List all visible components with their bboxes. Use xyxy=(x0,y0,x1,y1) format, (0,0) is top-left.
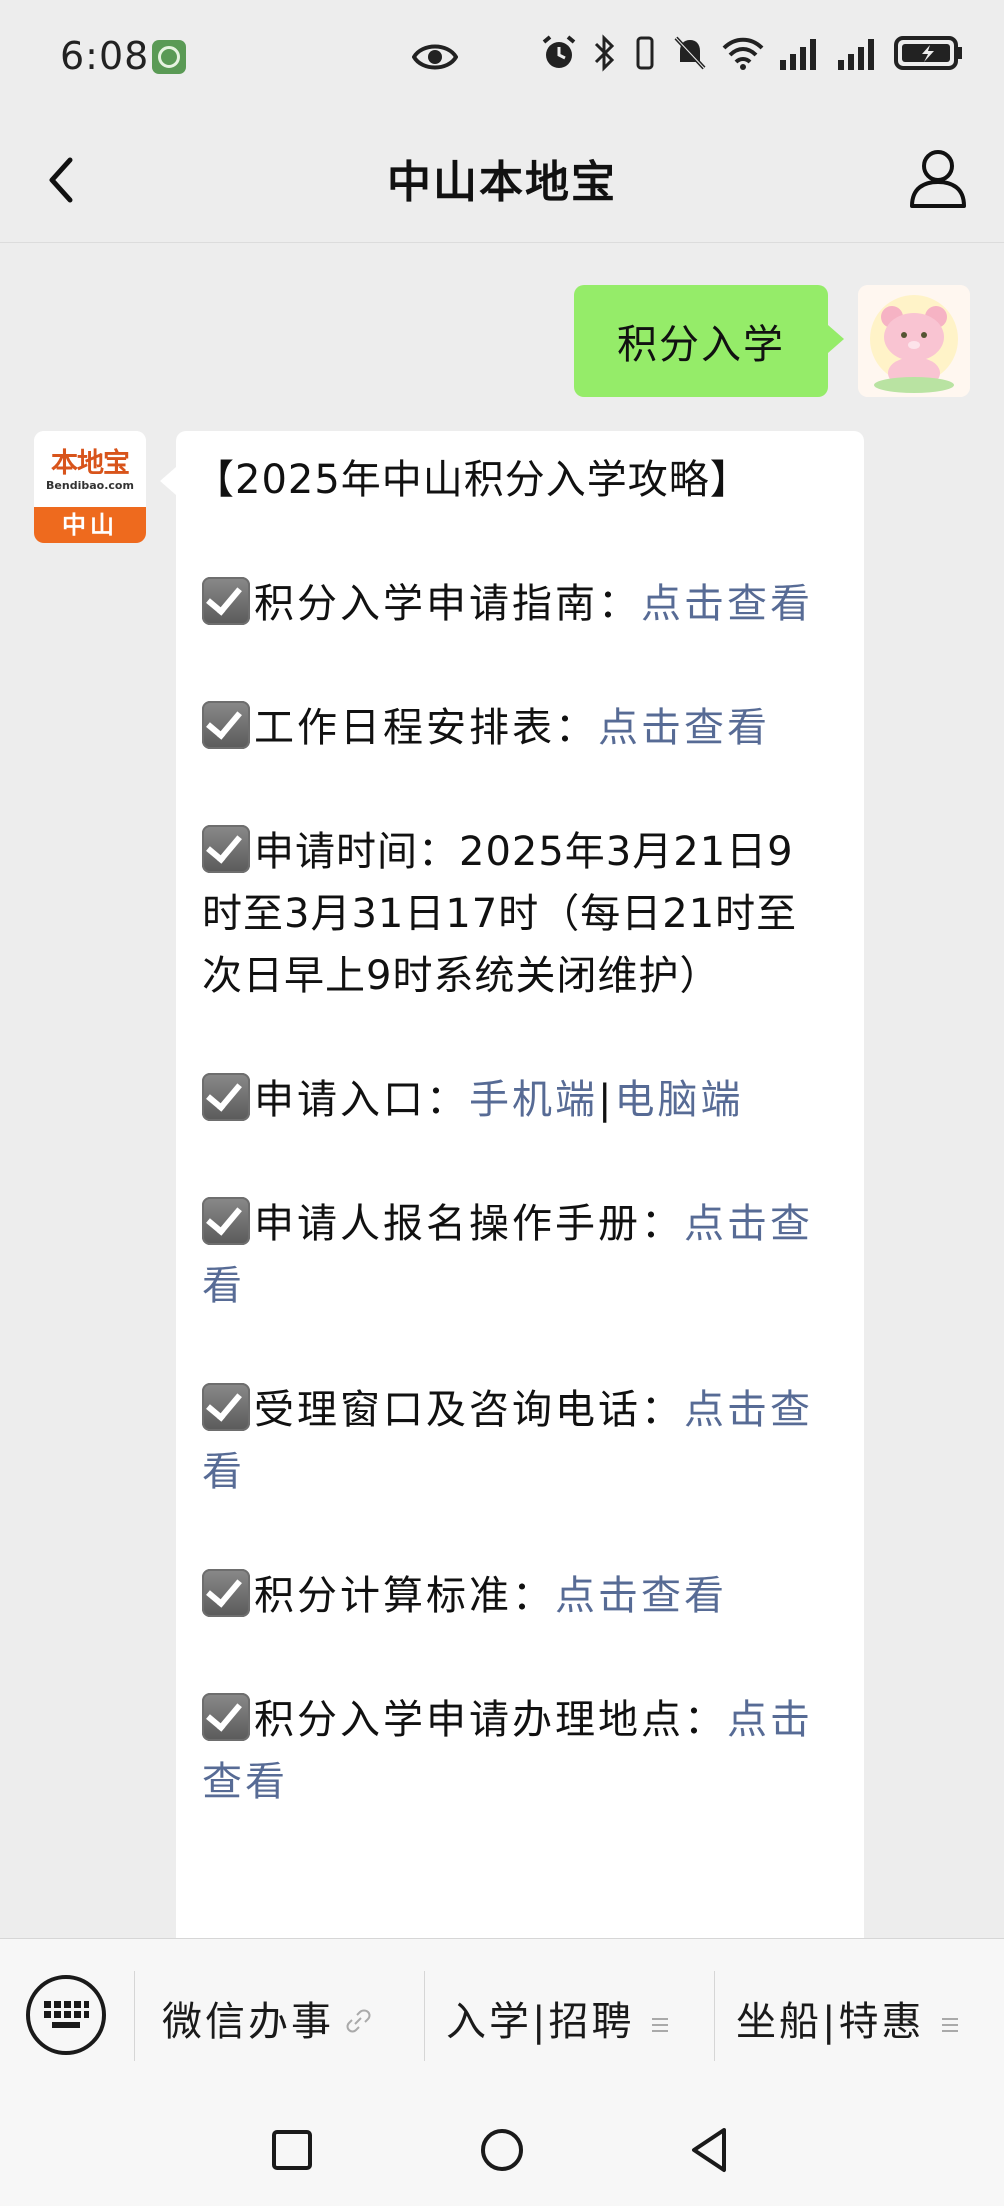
link-icon xyxy=(346,2009,371,2033)
menu-lines-icon xyxy=(652,2018,669,2032)
item-label: 申请入口： xyxy=(254,1077,469,1123)
logo-name: 本地宝 xyxy=(51,448,130,479)
desktop-link[interactable]: 电脑端 xyxy=(614,1077,743,1123)
mute-bell-icon xyxy=(674,36,706,70)
checkbox-icon xyxy=(202,577,250,625)
view-link[interactable]: 点击查看 xyxy=(555,1573,727,1619)
view-link[interactable]: 点击查看 xyxy=(598,705,770,751)
menu-divider xyxy=(134,1971,135,2061)
bluetooth-icon xyxy=(594,34,615,72)
wechat-notification-icon xyxy=(152,40,186,74)
item-label: 申请人报名操作手册： xyxy=(254,1201,684,1247)
list-item: 积分入学申请指南：点击查看 xyxy=(202,573,834,635)
item-label: 积分入学申请指南： xyxy=(254,581,641,627)
checkbox-icon xyxy=(202,1569,250,1617)
received-message-bubble[interactable]: 【2025年中山积分入学攻略】 积分入学申请指南：点击查看 工作日程安排表：点击… xyxy=(160,431,864,1938)
user-avatar[interactable] xyxy=(858,285,970,397)
status-bar: 6:08 xyxy=(0,0,1004,112)
battery-charging-icon xyxy=(894,36,962,70)
menu-divider xyxy=(714,1971,715,2061)
list-item: 申请人报名操作手册：点击查看 xyxy=(202,1193,834,1317)
menu-item-label: 坐船|特惠 xyxy=(736,1999,925,2045)
bot-avatar[interactable]: 本地宝 Bendibao.com 中山 xyxy=(34,431,146,543)
list-item: 申请入口：手机端|电脑端 xyxy=(202,1069,834,1131)
back-triangle-icon[interactable] xyxy=(688,2126,732,2174)
wifi-icon xyxy=(722,37,764,70)
signal-icon-2 xyxy=(838,39,874,70)
logo-domain: Bendibao.com xyxy=(46,479,134,492)
recent-apps-icon[interactable] xyxy=(270,2128,314,2172)
checkbox-icon xyxy=(202,701,250,749)
mobile-link[interactable]: 手机端 xyxy=(469,1077,598,1123)
list-item: 积分入学申请办理地点：点击查看 xyxy=(202,1689,834,1813)
menu-lines-icon xyxy=(942,2018,959,2032)
menu-item-enrollment[interactable]: 入学|招聘 xyxy=(446,1989,670,2047)
chat-title: 中山本地宝 xyxy=(387,157,617,208)
eye-icon xyxy=(412,44,458,70)
list-item: 积分计算标准：点击查看 xyxy=(202,1565,834,1627)
system-icons xyxy=(540,34,964,72)
profile-icon[interactable] xyxy=(908,146,968,210)
system-navigation-bar xyxy=(0,2094,1004,2206)
item-label: 工作日程安排表： xyxy=(254,705,598,751)
sent-message-bubble[interactable]: 积分入学 xyxy=(574,285,844,397)
checkbox-icon xyxy=(202,825,250,873)
link-separator: | xyxy=(598,1077,615,1123)
checkbox-icon xyxy=(202,1383,250,1431)
alarm-icon xyxy=(542,35,576,68)
list-item: 工作日程安排表：点击查看 xyxy=(202,697,834,759)
message-title: 【2025年中山积分入学攻略】 xyxy=(194,457,751,503)
menu-divider xyxy=(424,1971,425,2061)
status-time: 6:08 xyxy=(60,34,150,78)
keyboard-icon xyxy=(44,2001,89,2028)
list-item: 受理窗口及咨询电话：点击查看 xyxy=(202,1379,834,1503)
chat-area[interactable]: 积分入学 本地宝 Bendibao.com 中山 【2025年中山积分入学攻略】… xyxy=(0,243,1004,1938)
keyboard-toggle-button[interactable] xyxy=(26,1975,106,2055)
vibrate-icon xyxy=(636,36,654,70)
menu-item-label: 入学|招聘 xyxy=(446,1999,635,2045)
item-label: 积分计算标准： xyxy=(254,1573,555,1619)
menu-item-wechat-services[interactable]: 微信办事 xyxy=(162,1989,372,2047)
checkbox-icon xyxy=(202,1073,250,1121)
menu-item-label: 微信办事 xyxy=(162,1999,334,2045)
sent-message-text: 积分入学 xyxy=(617,322,785,368)
home-icon[interactable] xyxy=(478,2126,526,2174)
menu-item-ferry-deals[interactable]: 坐船|特惠 xyxy=(736,1989,960,2047)
item-label: 申请时间：2025年3月21日9时至3月31日17时（每日21时至次日早上9时系… xyxy=(202,829,798,999)
view-link[interactable]: 点击查看 xyxy=(641,581,813,627)
item-label: 积分入学申请办理地点： xyxy=(254,1697,727,1743)
list-item: 申请时间：2025年3月21日9时至3月31日17时（每日21时至次日早上9时系… xyxy=(202,821,834,1007)
checkbox-icon xyxy=(202,1693,250,1741)
bendibao-logo: 本地宝 Bendibao.com xyxy=(34,431,146,507)
logo-city: 中山 xyxy=(34,507,146,543)
item-label: 受理窗口及咨询电话： xyxy=(254,1387,684,1433)
chat-header: 中山本地宝 xyxy=(0,112,1004,243)
signal-icon xyxy=(780,39,816,70)
official-account-menu: 微信办事 入学|招聘 坐船|特惠 xyxy=(0,1938,1004,2095)
checkbox-icon xyxy=(202,1197,250,1245)
bear-avatar-icon xyxy=(858,285,970,397)
